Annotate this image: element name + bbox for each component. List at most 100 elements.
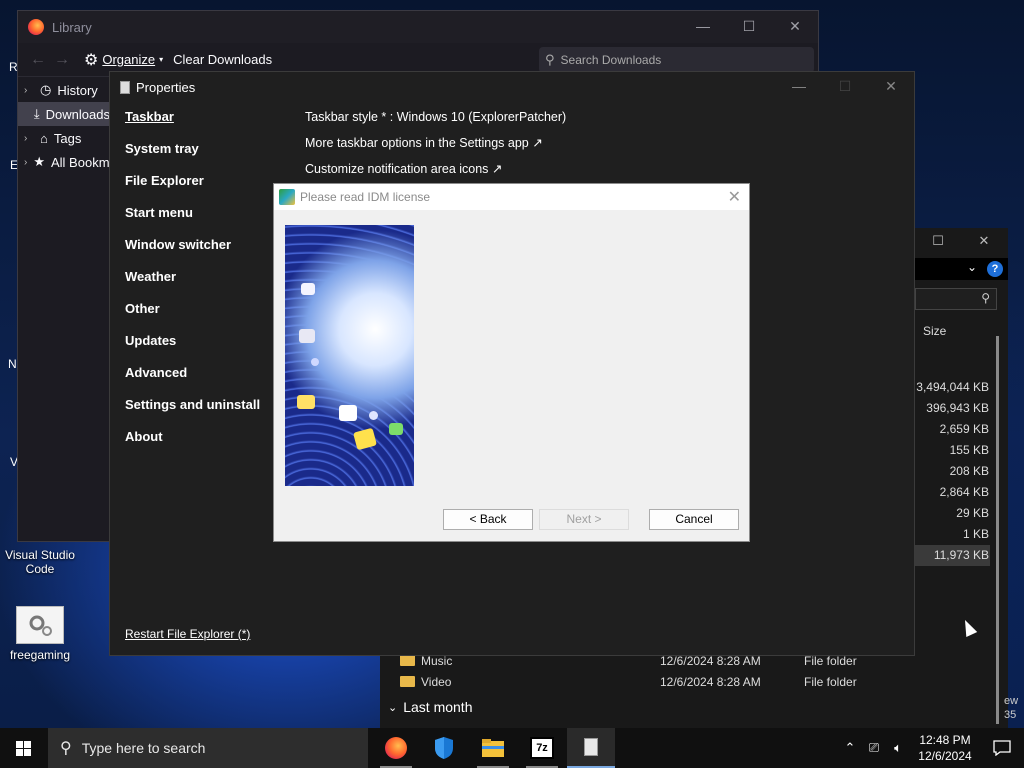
- sidebar-item-tags[interactable]: › ⌂ Tags: [18, 126, 110, 150]
- firefox-icon: [385, 737, 407, 759]
- start-button[interactable]: [0, 728, 48, 768]
- search-downloads-input[interactable]: ⚲ Search Downloads: [539, 47, 814, 73]
- chevron-right-icon: ›: [24, 132, 28, 144]
- library-titlebar: Library — ☐ ✕: [18, 11, 818, 43]
- close-icon[interactable]: ✕: [961, 228, 1007, 256]
- taskbar-app-installer[interactable]: [567, 728, 615, 768]
- idm-dialog-titlebar: Please read IDM license ✕: [274, 184, 749, 210]
- nav-updates[interactable]: Updates: [125, 332, 260, 364]
- restart-file-explorer-link[interactable]: Restart File Explorer (*): [125, 627, 250, 641]
- gear-shortcut-icon: [16, 606, 64, 644]
- close-icon[interactable]: ✕: [728, 187, 741, 207]
- taskbar-app-file-explorer[interactable]: [469, 728, 517, 768]
- nav-other[interactable]: Other: [125, 300, 260, 332]
- network-icon[interactable]: ⎚: [862, 740, 886, 756]
- properties-nav: Taskbar System tray File Explorer Start …: [125, 108, 260, 460]
- taskbar-style-option[interactable]: Taskbar style * : Windows 10 (ExplorerPa…: [305, 108, 566, 134]
- sidebar-item-history[interactable]: › ◷ History: [18, 78, 110, 102]
- nav-about[interactable]: About: [125, 428, 260, 460]
- notification-center-button[interactable]: [980, 728, 1024, 768]
- size-cell: 208 KB: [949, 464, 989, 478]
- minimize-icon[interactable]: —: [776, 72, 822, 104]
- maximize-icon[interactable]: ☐: [915, 228, 961, 256]
- taskbar-app-security[interactable]: [420, 728, 468, 768]
- notification-icon: [993, 740, 1011, 756]
- organize-button[interactable]: ⚙ Organize ▾: [84, 50, 163, 70]
- desktop-icon-label-partial: N: [8, 357, 17, 371]
- truncated-text: 35: [1004, 709, 1017, 721]
- maximize-icon[interactable]: ☐: [726, 11, 772, 43]
- close-icon[interactable]: ✕: [772, 11, 818, 43]
- star-icon: ★: [33, 154, 45, 169]
- search-icon: ⚲: [60, 740, 72, 757]
- group-header-label: Last month: [403, 699, 473, 715]
- windows-security-icon: [435, 737, 453, 759]
- size-cell: 29 KB: [956, 506, 989, 520]
- nav-settings-and-uninstall[interactable]: Settings and uninstall: [125, 396, 260, 428]
- explorer-window-controls: ☐ ✕: [915, 228, 1008, 256]
- nav-window-switcher[interactable]: Window switcher: [125, 236, 260, 268]
- taskbar-search-box[interactable]: ⚲ Type here to search: [48, 728, 368, 768]
- minimize-icon[interactable]: —: [680, 11, 726, 43]
- clock[interactable]: 12:48 PM 12/6/2024: [910, 732, 980, 764]
- back-arrow-icon[interactable]: ←: [26, 51, 50, 69]
- taskbar-app-firefox[interactable]: [372, 728, 420, 768]
- taskbar-app-7zip[interactable]: 7z: [518, 728, 566, 768]
- file-date: 12/6/2024 8:28 AM: [660, 674, 761, 689]
- file-row[interactable]: Video 12/6/2024 8:28 AM File folder: [400, 671, 857, 692]
- more-taskbar-options-link[interactable]: More taskbar options in the Settings app…: [305, 134, 566, 160]
- properties-titlebar: Properties — ☐ ✕: [110, 72, 914, 102]
- close-icon[interactable]: ✕: [868, 72, 914, 104]
- maximize-icon[interactable]: ☐: [822, 72, 868, 104]
- properties-content: Taskbar style * : Windows 10 (ExplorerPa…: [305, 108, 566, 186]
- chevron-up-icon[interactable]: ⌃: [838, 740, 862, 756]
- forward-arrow-icon[interactable]: →: [50, 51, 74, 69]
- explorer-ribbon-bar: ⌄ ?: [915, 258, 1008, 280]
- explorer-search-input[interactable]: ⚲: [915, 288, 997, 310]
- chevron-down-icon[interactable]: ⌄: [967, 260, 977, 274]
- library-sidebar: › ◷ History ⤓ Downloads › ⌂ Tags › ★ All…: [18, 78, 110, 174]
- search-placeholder: Search Downloads: [560, 53, 662, 67]
- library-title: Library: [52, 19, 92, 35]
- next-button[interactable]: Next >: [539, 509, 629, 530]
- explorer-scrollbar[interactable]: [996, 336, 999, 724]
- nav-weather[interactable]: Weather: [125, 268, 260, 300]
- volume-muted-icon[interactable]: 🔈︎: [886, 740, 910, 756]
- file-explorer-icon: [482, 739, 504, 757]
- organize-label: Organize: [102, 52, 156, 67]
- desktop-icon-freegaming[interactable]: freegaming: [0, 606, 80, 662]
- group-header[interactable]: ⌄ Last month: [388, 699, 472, 715]
- column-header-size[interactable]: Size: [923, 324, 946, 338]
- installer-icon: [584, 738, 598, 756]
- taskbar-search-placeholder: Type here to search: [81, 740, 206, 756]
- desktop-icon-vscode[interactable]: Visual Studio Code: [0, 548, 80, 576]
- desktop-icon-vscode-label: Visual Studio Code: [5, 548, 75, 576]
- cancel-button[interactable]: Cancel: [649, 509, 739, 530]
- size-cell: 2,864 KB: [939, 485, 989, 499]
- size-column: 3,494,044 KB 396,943 KB 2,659 KB 155 KB …: [915, 377, 990, 566]
- clock-time: 12:48 PM: [919, 733, 971, 747]
- size-cell: 2,659 KB: [939, 422, 989, 436]
- file-type: File folder: [804, 674, 857, 689]
- taskbar: ⚲ Type here to search 7z ⌃ ⎚ 🔈︎ 12:48 PM…: [0, 728, 1024, 768]
- help-icon[interactable]: ?: [987, 261, 1003, 277]
- sidebar-item-all-bookmarks[interactable]: › ★ All Bookmarks: [18, 150, 110, 174]
- 7zip-icon: 7z: [530, 737, 554, 759]
- size-cell: 3,494,044 KB: [916, 380, 989, 394]
- nav-advanced[interactable]: Advanced: [125, 364, 260, 396]
- nav-system-tray[interactable]: System tray: [125, 140, 260, 172]
- sidebar-item-downloads[interactable]: ⤓ Downloads: [18, 102, 110, 126]
- size-cell: 1 KB: [962, 527, 989, 541]
- size-cell: 155 KB: [949, 443, 989, 457]
- windows-logo-icon: [16, 741, 23, 748]
- chevron-right-icon: ›: [24, 156, 28, 168]
- sidebar-item-label: Tags: [53, 130, 82, 146]
- chevron-down-icon: ▾: [159, 55, 164, 64]
- back-button[interactable]: < Back: [443, 509, 533, 530]
- file-name: Video: [421, 674, 452, 689]
- clock-icon: ◷: [40, 82, 52, 97]
- nav-start-menu[interactable]: Start menu: [125, 204, 260, 236]
- nav-taskbar[interactable]: Taskbar: [125, 108, 260, 140]
- clear-downloads-button[interactable]: Clear Downloads: [173, 52, 272, 67]
- nav-file-explorer[interactable]: File Explorer: [125, 172, 260, 204]
